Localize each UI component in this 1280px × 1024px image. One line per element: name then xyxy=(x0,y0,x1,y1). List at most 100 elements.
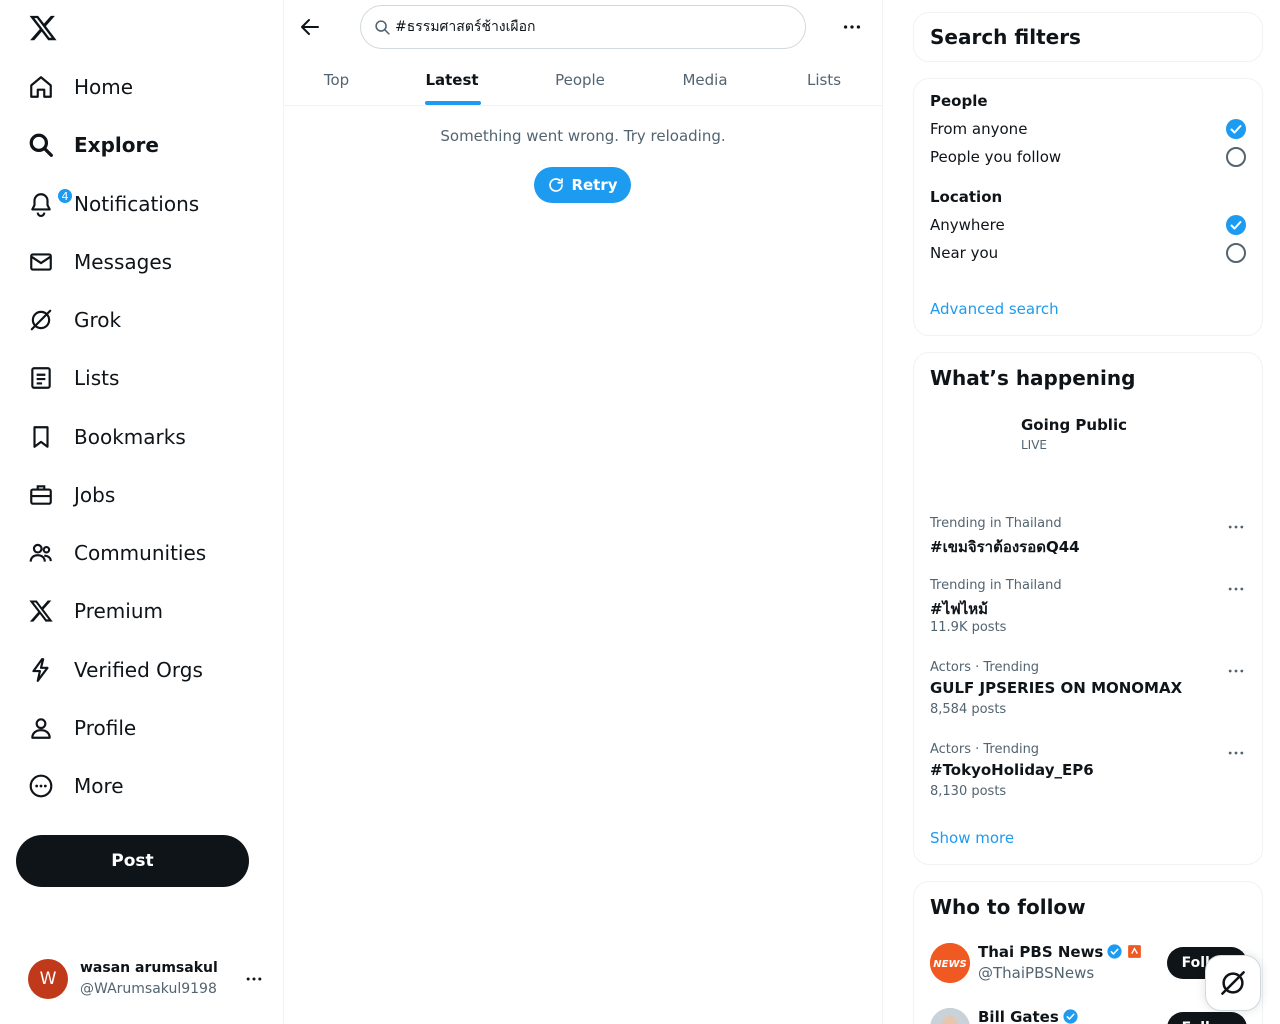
verified-badge-icon xyxy=(1063,1009,1078,1024)
trend-count: 8,584 posts xyxy=(930,702,1007,717)
nav-label-more: More xyxy=(74,774,124,798)
avatar-logo-text: NEWS xyxy=(933,959,966,970)
account-handle: @WArumsakul9198 xyxy=(80,981,217,997)
filter-people-heading: People xyxy=(930,92,988,110)
filter-anywhere[interactable]: Anywhere xyxy=(930,216,1005,234)
nav-item-explore[interactable]: Explore xyxy=(16,120,256,170)
grok-icon xyxy=(1221,971,1245,995)
suggestion-name-text: Thai PBS News xyxy=(978,943,1104,961)
avatar: NEWS xyxy=(930,943,970,983)
trend-meta: Actors · Trending xyxy=(930,660,1040,675)
trend-meta: Trending in Thailand xyxy=(930,516,1062,531)
suggestion-name-text: Bill Gates xyxy=(978,1008,1059,1024)
trend-name: #ไฟไหม้ xyxy=(930,600,989,618)
filter-from-anyone[interactable]: From anyone xyxy=(930,120,1027,138)
grok-floating-button[interactable] xyxy=(1205,955,1261,1011)
nav-label-explore: Explore xyxy=(74,133,159,157)
more-horizontal-icon[interactable] xyxy=(1226,661,1246,681)
nav-label-lists: Lists xyxy=(74,366,120,390)
suggestion-name: Bill Gates xyxy=(978,1008,1079,1024)
trend-name: #TokyoHoliday_EP6 xyxy=(930,761,1094,779)
nav-item-more[interactable]: More xyxy=(16,761,256,811)
nav-label-home: Home xyxy=(74,75,134,99)
search-icon xyxy=(29,133,53,157)
search-filters-card: People From anyone People you follow Loc… xyxy=(913,78,1263,336)
follow-button[interactable]: Follow xyxy=(1167,1012,1247,1024)
nav-label-messages: Messages xyxy=(74,250,173,274)
tab-lists[interactable]: Lists xyxy=(784,53,864,106)
suggestion-name: Thai PBS News xyxy=(978,943,1143,961)
show-more-link[interactable]: Show more xyxy=(930,829,1014,847)
nav-label-profile: Profile xyxy=(74,716,137,740)
retry-label: Retry xyxy=(571,176,618,194)
search-box[interactable] xyxy=(360,5,806,49)
nav-label-notifications: Notifications xyxy=(74,192,200,216)
search-icon xyxy=(375,20,390,35)
x-logo-icon xyxy=(29,600,53,622)
radio-from-anyone[interactable] xyxy=(1226,119,1246,139)
tab-people[interactable]: People xyxy=(539,53,621,106)
trend-meta: Actors · Trending xyxy=(930,742,1040,757)
whats-happening-title: What’s happening xyxy=(930,366,1136,390)
nav-item-messages[interactable]: Messages xyxy=(16,237,256,287)
more-horizontal-icon[interactable] xyxy=(1226,517,1246,537)
nav-item-bookmarks[interactable]: Bookmarks xyxy=(16,412,256,462)
nav-item-grok[interactable]: Grok xyxy=(16,295,256,345)
refresh-icon xyxy=(549,178,564,192)
radio-anywhere[interactable] xyxy=(1226,215,1246,235)
advanced-search-link[interactable]: Advanced search xyxy=(930,300,1059,318)
radio-near-you[interactable] xyxy=(1226,243,1246,263)
nav-item-profile[interactable]: Profile xyxy=(16,703,256,753)
nav-label-communities: Communities xyxy=(74,541,207,565)
more-horizontal-icon[interactable] xyxy=(841,16,863,38)
left-navigation: Home Explore 4 Notifications Messages Gr… xyxy=(0,0,284,1024)
nav-item-lists[interactable]: Lists xyxy=(16,353,256,403)
avatar xyxy=(930,1008,970,1024)
nav-item-home[interactable]: Home xyxy=(16,62,256,112)
nav-item-notifications[interactable]: 4 Notifications xyxy=(16,179,256,229)
search-filters-title: Search filters xyxy=(930,25,1081,49)
trend-count: 8,130 posts xyxy=(930,784,1007,799)
nav-item-verified-orgs[interactable]: Verified Orgs xyxy=(16,645,256,695)
people-icon xyxy=(29,543,52,562)
nav-label-grok: Grok xyxy=(74,308,122,332)
filter-people-you-follow[interactable]: People you follow xyxy=(930,148,1061,166)
nav-label-bookmarks: Bookmarks xyxy=(74,425,186,449)
main-column: Top Latest People Media Lists Something … xyxy=(284,0,883,1024)
nav-label-premium: Premium xyxy=(74,599,163,623)
bell-icon xyxy=(31,193,51,217)
check-icon xyxy=(1230,125,1242,134)
avatar: W xyxy=(28,959,68,999)
briefcase-icon xyxy=(30,485,52,505)
bookmark-icon xyxy=(33,426,49,448)
tab-media[interactable]: Media xyxy=(665,53,745,106)
filter-location-heading: Location xyxy=(930,188,1003,206)
retry-button[interactable]: Retry xyxy=(534,167,631,203)
search-input[interactable] xyxy=(395,6,795,48)
active-tab-indicator xyxy=(425,101,481,105)
envelope-icon xyxy=(30,253,52,271)
nav-item-communities[interactable]: Communities xyxy=(16,528,256,578)
home-icon xyxy=(30,76,52,98)
nav-item-jobs[interactable]: Jobs xyxy=(16,470,256,520)
more-horizontal-icon[interactable] xyxy=(1226,579,1246,599)
x-logo-icon[interactable] xyxy=(28,13,58,43)
tab-latest[interactable]: Latest xyxy=(412,53,492,106)
more-horizontal-icon[interactable] xyxy=(1226,743,1246,763)
nav-label-verified-orgs: Verified Orgs xyxy=(74,658,203,682)
radio-people-you-follow[interactable] xyxy=(1226,147,1246,167)
trend-meta: Trending in Thailand xyxy=(930,578,1062,593)
lightning-icon xyxy=(32,658,49,682)
trend-name: #เขมจิราต้องรอดQ44 xyxy=(930,538,1080,556)
more-horizontal-icon xyxy=(246,977,262,981)
back-arrow-icon[interactable] xyxy=(298,15,322,39)
search-filters-header: Search filters xyxy=(913,12,1263,62)
thai-pbs-logo-icon: NEWS xyxy=(930,943,970,983)
filter-near-you[interactable]: Near you xyxy=(930,244,998,262)
grok-icon xyxy=(30,309,52,331)
tab-top[interactable]: Top xyxy=(297,53,376,106)
post-button[interactable]: Post xyxy=(16,835,249,887)
trend-count: 11.9K posts xyxy=(930,620,1007,635)
nav-item-premium[interactable]: Premium xyxy=(16,586,256,636)
account-switcher[interactable]: W wasan arumsakul @WArumsakul9198 xyxy=(16,947,276,1011)
